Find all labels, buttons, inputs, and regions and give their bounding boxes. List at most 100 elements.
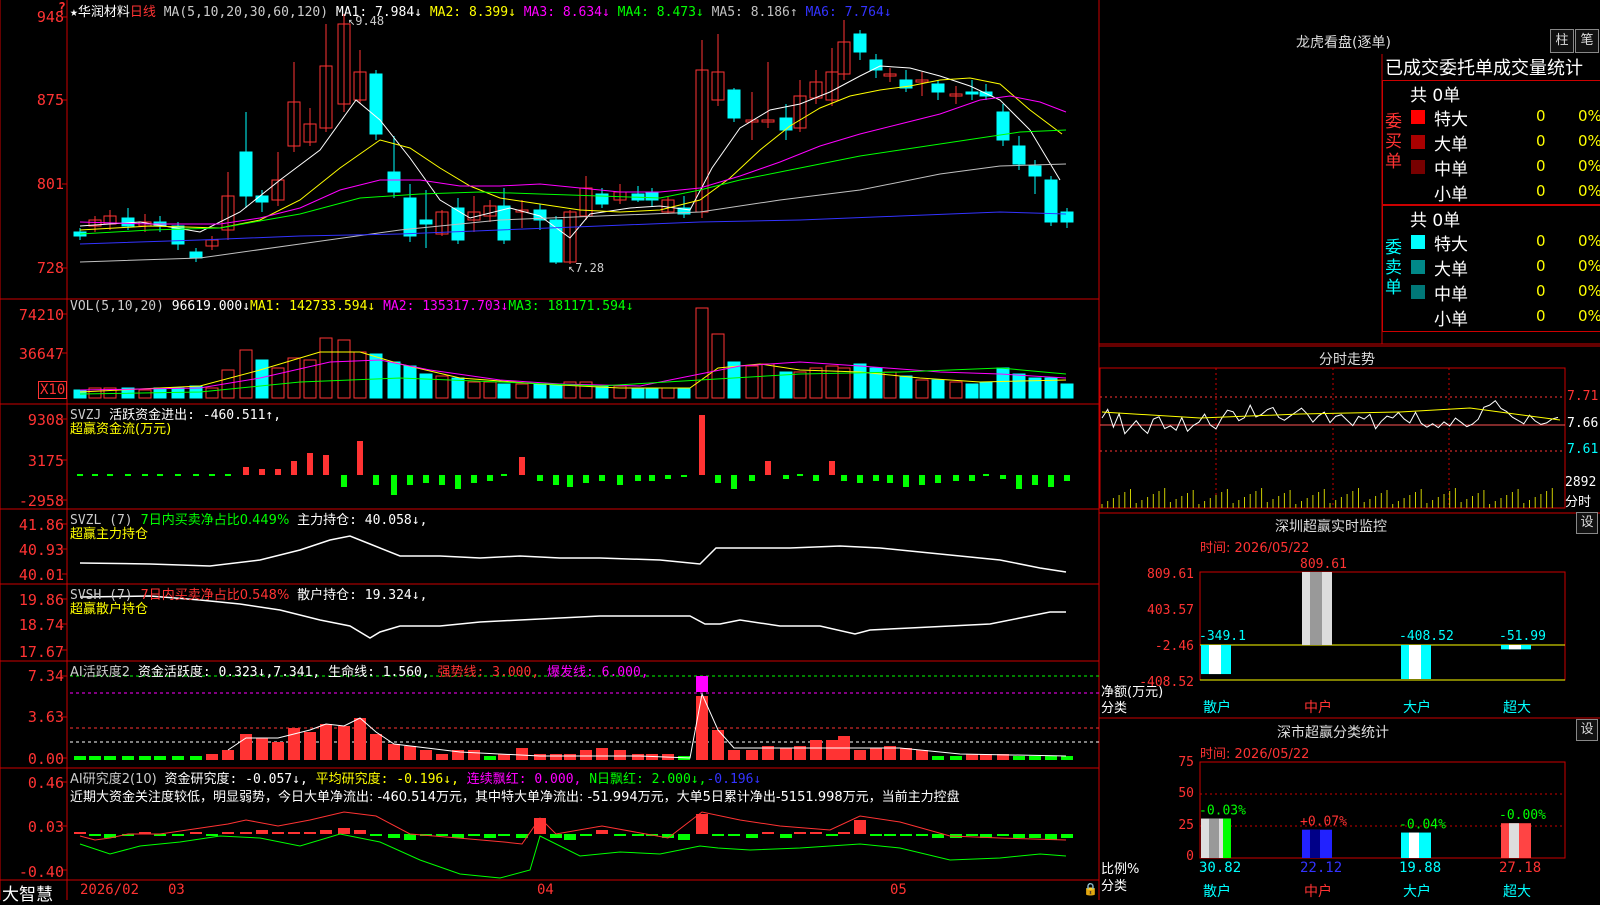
vol-bar (353, 351, 367, 399)
candle-body (1028, 165, 1042, 177)
ai-act-strong: 强势线: 3.000, (437, 665, 540, 680)
research-bar (884, 834, 896, 836)
vol-bar (549, 383, 563, 399)
svzj-bar (341, 475, 347, 487)
ai-commentary: 近期大资金关注度较低，明显弱势，今日大单净流出: -460.514万元，其中特大… (70, 790, 960, 805)
research-bar (172, 834, 184, 836)
row-swatch (1411, 235, 1425, 249)
row-count: 0 (1536, 132, 1546, 150)
svzj-bar (797, 474, 803, 476)
svzj-bar (125, 474, 131, 476)
svzj-bar (887, 475, 893, 483)
vol-bar (497, 383, 511, 399)
row-pct: 0% (1578, 282, 1600, 300)
vol-bar (949, 381, 963, 399)
ss-bar-change (1223, 818, 1231, 858)
svzj-bar (407, 475, 413, 485)
vol-bar (965, 383, 979, 399)
ai-res-nday: N日飘红: 2.000↓, (589, 772, 707, 787)
svzj-bar (617, 475, 623, 485)
row-swatch (1411, 285, 1425, 299)
sz-bar-label: -349.1 (1199, 629, 1246, 644)
ss-bar-value: 30.82 (1199, 860, 1241, 876)
activity-bar (746, 750, 758, 760)
ss-bar-change-label: -0.03% (1199, 804, 1246, 819)
vol-bar (645, 387, 659, 399)
activity-bar (534, 754, 546, 760)
vol-ma3: MA3: 181171.594↓ (508, 299, 634, 314)
vol-tick: 74210 (18, 306, 64, 324)
activity-bar (580, 750, 592, 760)
vol-bar (403, 365, 417, 399)
svzj-bar (307, 453, 313, 475)
vol-unit[interactable]: X10 (38, 381, 68, 399)
activity-bar (154, 756, 166, 760)
research-bar (1029, 834, 1041, 838)
vol-bar (761, 363, 775, 399)
row-name: 中单 (1434, 285, 1468, 305)
sz-time: 时间: 2026/05/22 (1200, 541, 1310, 556)
activity-bar (780, 748, 792, 760)
ma5-value: MA5: 8.186↑ (711, 5, 798, 20)
row-pct: 0% (1578, 307, 1600, 325)
svzj-bar (731, 475, 737, 489)
ai-res-tick: 0.03 (27, 818, 64, 836)
research-bar (370, 834, 382, 836)
svzj-bar (1016, 475, 1022, 489)
ai-res-title: AI研究度2(10) (70, 772, 157, 787)
svzj-bar (649, 475, 655, 481)
period-label[interactable]: 日线 (130, 5, 156, 20)
svsh-tick: 17.67 (18, 643, 64, 661)
research-bar (354, 830, 366, 834)
activity-bar (436, 754, 448, 760)
ai-act-desc: 资金活跃度: 0.323↓, (137, 665, 274, 680)
stock-name[interactable]: 华润材料 (78, 5, 130, 20)
main-chart-area[interactable]: -349.1 散户 809.61 中户 -408.52 大户 -51.99 超大 -0.03% 3… (0, 0, 1600, 900)
tick-mode-button[interactable]: 笔 (1575, 29, 1599, 53)
sz-settings-button[interactable]: 设 (1576, 512, 1598, 534)
vol-bar (138, 389, 152, 399)
activity-bar (900, 748, 912, 760)
ss-settings-button[interactable]: 设 (1576, 719, 1598, 741)
research-bar (304, 832, 316, 834)
ss-bar-change-label: -0.04% (1399, 818, 1446, 833)
row-count: 0 (1536, 232, 1546, 250)
ai-res-tick: -0.40 (18, 863, 64, 881)
ai-res-header: AI研究度2(10) 资金研究度: -0.057↓, 平均研究度: -0.196… (70, 768, 761, 787)
vol-bar (467, 381, 481, 399)
lock-icon[interactable]: 🔒 (1083, 882, 1098, 896)
sz-tick: -2.46 (1154, 639, 1194, 654)
svzj-bar (209, 474, 215, 476)
research-bar (762, 832, 774, 834)
buy-total: 共 0单 (1410, 86, 1461, 106)
activity-bar (420, 750, 432, 760)
ma2-value: MA2: 8.399↓ (429, 5, 516, 20)
low-label: ↖7.28 (568, 261, 605, 275)
ss-bar-shine (1310, 829, 1320, 858)
vol-bar (1060, 383, 1074, 399)
vol-bar (337, 339, 351, 399)
ss-title: 深市超赢分类统计 (1277, 725, 1389, 741)
activity-bar (596, 748, 608, 760)
svzj-bar (567, 475, 573, 487)
svzj-bar (583, 475, 589, 483)
bar-mode-button[interactable]: 柱 (1550, 29, 1574, 53)
candle-body (727, 89, 741, 119)
candle-body (121, 217, 135, 227)
research-bar (916, 834, 928, 836)
research-bar (794, 832, 806, 834)
ai-res-desc: 资金研究度: -0.057↓, (164, 772, 308, 787)
vol-bar (1044, 377, 1058, 399)
star-icon: ★ (70, 5, 78, 20)
research-bar (338, 828, 350, 834)
svzj-bar (599, 475, 605, 481)
sz-chart-frame (1199, 571, 1566, 681)
row-name: 大单 (1434, 260, 1468, 280)
svzj-bar (553, 475, 559, 485)
sz-cat: 散户 (1203, 699, 1231, 716)
row-name: 中单 (1434, 160, 1468, 180)
ss-cat: 大户 (1403, 883, 1431, 900)
candle-body (996, 111, 1010, 141)
activity-bar (826, 740, 838, 760)
svzj-bar (749, 475, 755, 481)
